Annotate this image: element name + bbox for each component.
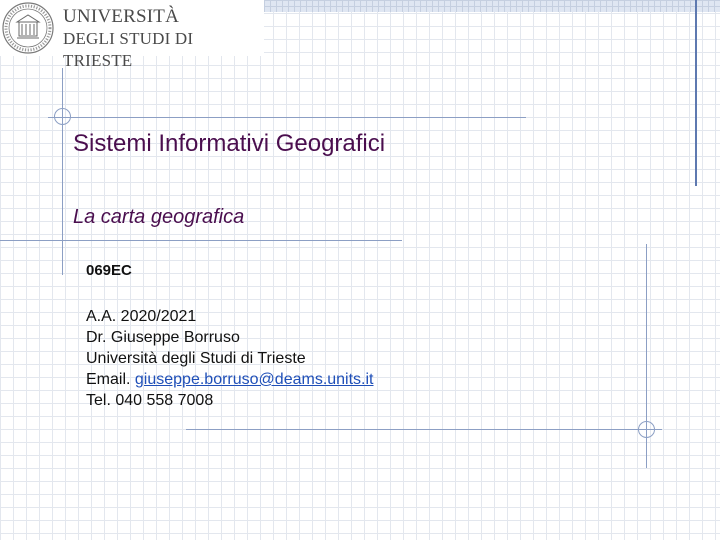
university-wordmark: UNIVERSITÀ DEGLI STUDI DI TRIESTE	[63, 6, 264, 72]
slide-subtitle: La carta geografica	[73, 206, 245, 228]
slide-title: Sistemi Informativi Geografici	[73, 130, 386, 157]
bottom-right-circle	[638, 421, 655, 438]
bottom-rule	[186, 429, 662, 430]
logo-line-1: UNIVERSITÀ	[63, 6, 179, 27]
top-left-circle	[54, 108, 71, 125]
right-edge-line	[695, 0, 697, 186]
university-logo: UNIVERSITÀ DEGLI STUDI DI TRIESTE	[0, 0, 264, 70]
university-seal-icon	[2, 2, 54, 54]
email-link[interactable]: giuseppe.borruso@deams.units.it	[135, 371, 374, 388]
course-code: 069EC	[86, 262, 132, 279]
subtitle-rule	[0, 240, 402, 241]
lecturer-name: Dr. Giuseppe Borruso	[86, 329, 240, 346]
header-grid-band	[264, 0, 720, 12]
left-vertical-line	[62, 68, 63, 275]
email-line: Email. giuseppe.borruso@deams.units.it	[86, 369, 374, 390]
logo-line-2: DEGLI STUDI DI TRIESTE	[63, 29, 194, 70]
phone-line: Tel. 040 558 7008	[86, 392, 214, 409]
title-rule	[48, 117, 526, 118]
academic-year: A.A. 2020/2021	[86, 308, 197, 325]
email-label: Email.	[86, 371, 135, 388]
course-info: A.A. 2020/2021 Dr. Giuseppe Borruso Univ…	[86, 306, 374, 411]
university-name: Università degli Studi di Trieste	[86, 350, 306, 367]
